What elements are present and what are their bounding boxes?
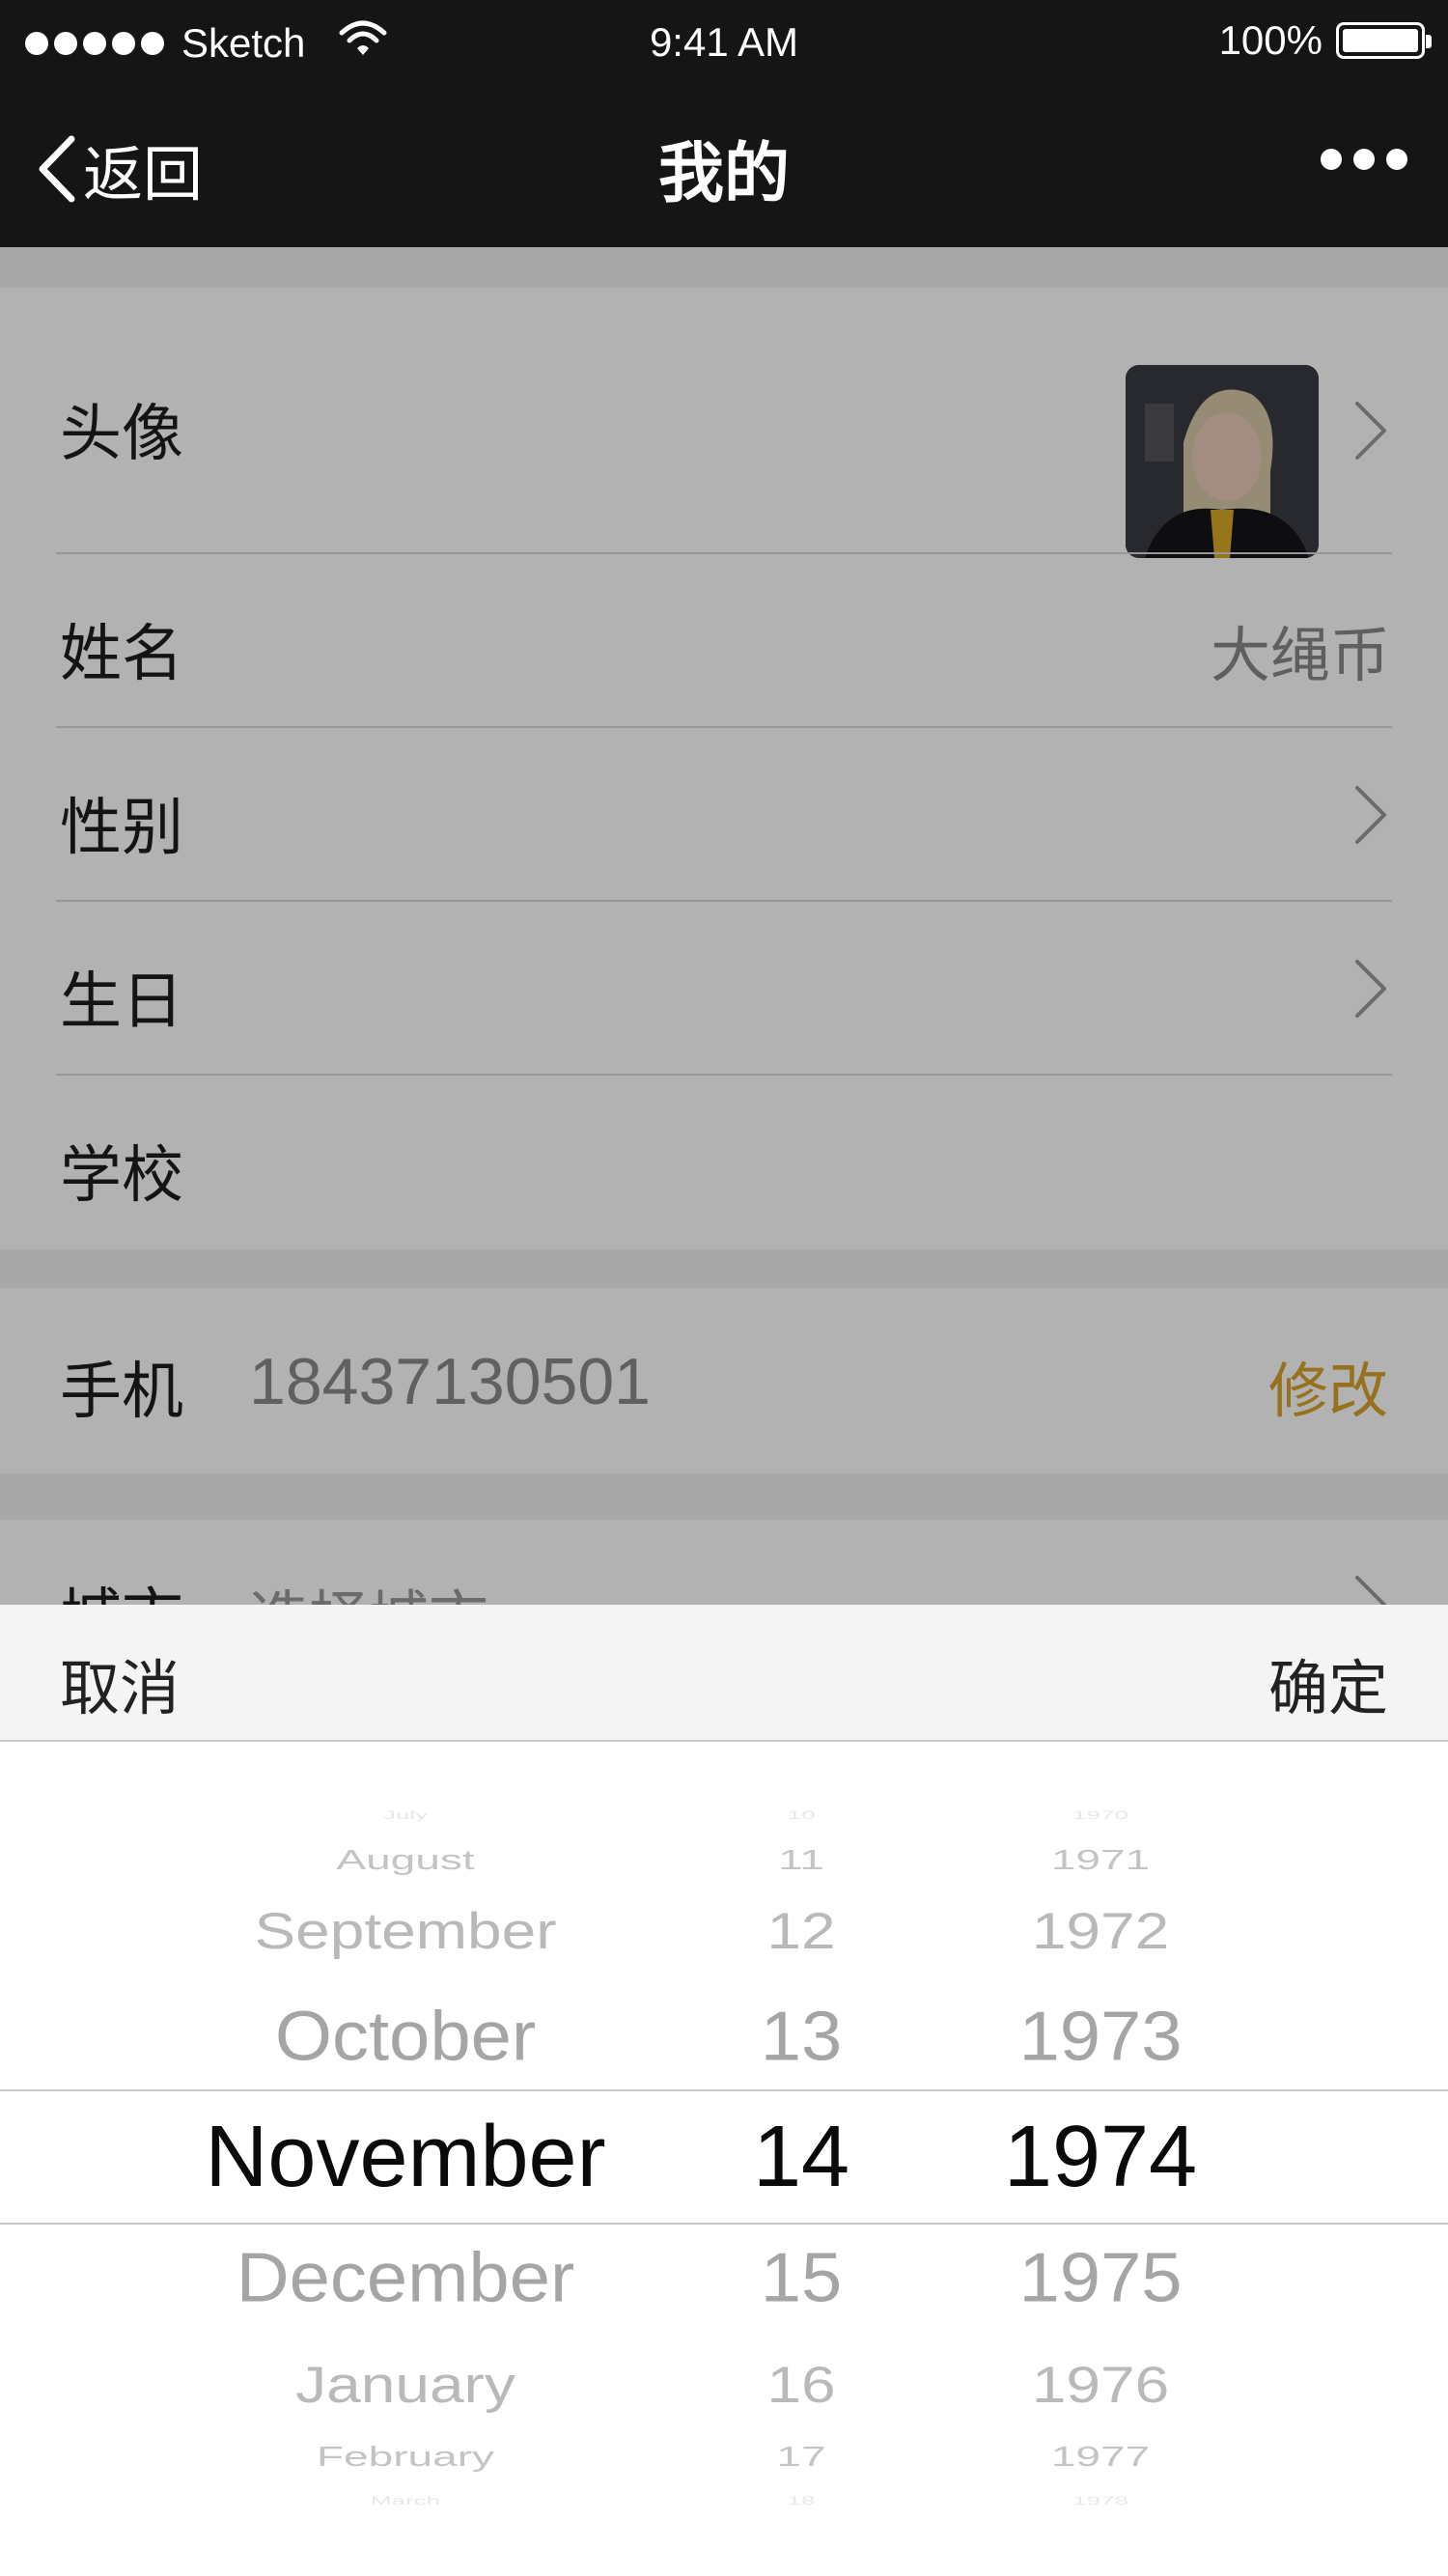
school-row[interactable]: 学校 (0, 1076, 1448, 1249)
phone-label: 手机 (60, 1357, 183, 1428)
date-picker: July August September October November Decemb… (0, 1742, 1448, 2576)
phone-value: 18437130501 (249, 1345, 652, 1418)
month-option[interactable]: September (174, 1906, 637, 1956)
month-option[interactable]: July (174, 1809, 637, 1821)
city-label: 城市 (60, 1568, 183, 1605)
day-option[interactable]: 17 (705, 2443, 898, 2471)
phone-group: 手机 18437130501 修改 (0, 1288, 1448, 1473)
navigation-bar: 返回 我的 (0, 81, 1448, 247)
day-option[interactable]: 10 (705, 1809, 898, 1821)
name-value: 大绳币 (1210, 620, 1390, 690)
avatar[interactable] (1126, 365, 1319, 558)
year-wheel[interactable]: 1970 1971 1972 1973 1974 1975 1976 1977 1978 (965, 1742, 1236, 2576)
month-option[interactable]: October (174, 2002, 637, 2072)
edit-phone-button[interactable]: 修改 (1268, 1342, 1388, 1429)
month-option[interactable]: February (174, 2443, 637, 2471)
year-option[interactable]: 1976 (965, 2360, 1236, 2410)
month-wheel[interactable]: July August September October November Decemb… (174, 1742, 637, 2576)
month-option[interactable]: January (174, 2360, 637, 2410)
year-option[interactable]: 1973 (965, 2002, 1236, 2072)
chevron-right-icon (1355, 786, 1386, 844)
year-option-selected[interactable]: 1974 (965, 2114, 1236, 2200)
school-row-label: 学校 (60, 1140, 183, 1212)
day-option[interactable]: 11 (705, 1846, 898, 1874)
name-row: 姓名 大绳币 (0, 554, 1448, 726)
day-option-selected[interactable]: 14 (705, 2114, 898, 2200)
avatar-row[interactable]: 头像 (0, 288, 1448, 558)
avatar-row-label: 头像 (60, 399, 183, 470)
year-option[interactable]: 1975 (965, 2243, 1236, 2313)
battery-icon (1336, 22, 1432, 59)
chevron-right-icon (1355, 1576, 1386, 1605)
gender-row[interactable]: 性别 (0, 728, 1448, 900)
cancel-button[interactable]: 取消 (60, 1639, 180, 1726)
status-right: 100% (1218, 17, 1432, 64)
profile-content: 头像 姓名 大绳币 性别 生日 学校 手机 18437130501 修改 (0, 247, 1448, 1605)
more-options-icon[interactable] (1321, 149, 1407, 170)
profile-info-group: 头像 姓名 大绳币 性别 生日 学校 (0, 288, 1448, 1249)
year-option[interactable]: 1971 (965, 1846, 1236, 1874)
month-option[interactable]: December (174, 2243, 637, 2313)
chevron-right-icon (1355, 402, 1386, 460)
year-option[interactable]: 1978 (965, 2495, 1236, 2506)
year-option[interactable]: 1977 (965, 2443, 1236, 2471)
birthday-row-label: 生日 (60, 966, 183, 1038)
day-option[interactable]: 15 (705, 2243, 898, 2313)
gender-row-label: 性别 (60, 793, 183, 864)
birthday-row[interactable]: 生日 (0, 902, 1448, 1074)
confirm-button[interactable]: 确定 (1268, 1639, 1388, 1726)
city-placeholder: 选择城市 (249, 1570, 488, 1605)
battery-percent: 100% (1218, 17, 1323, 63)
chevron-right-icon (1355, 960, 1386, 1018)
month-option-selected[interactable]: November (174, 2114, 637, 2200)
picker-toolbar: 取消 确定 (0, 1605, 1448, 1742)
day-option[interactable]: 18 (705, 2495, 898, 2506)
year-option[interactable]: 1970 (965, 1809, 1236, 1821)
day-option[interactable]: 12 (705, 1906, 898, 1956)
month-option[interactable]: August (174, 1846, 637, 1874)
city-group[interactable]: 城市 选择城市 (0, 1520, 1448, 1605)
day-option[interactable]: 13 (705, 2002, 898, 2072)
day-option[interactable]: 16 (705, 2360, 898, 2410)
name-row-label: 姓名 (60, 619, 183, 690)
status-bar: Sketch 9:41 AM 100% (0, 0, 1448, 81)
day-wheel[interactable]: 10 11 12 13 14 15 16 17 18 (705, 1742, 898, 2576)
month-option[interactable]: March (174, 2495, 637, 2506)
year-option[interactable]: 1972 (965, 1906, 1236, 1956)
page-title: 我的 (657, 136, 790, 212)
